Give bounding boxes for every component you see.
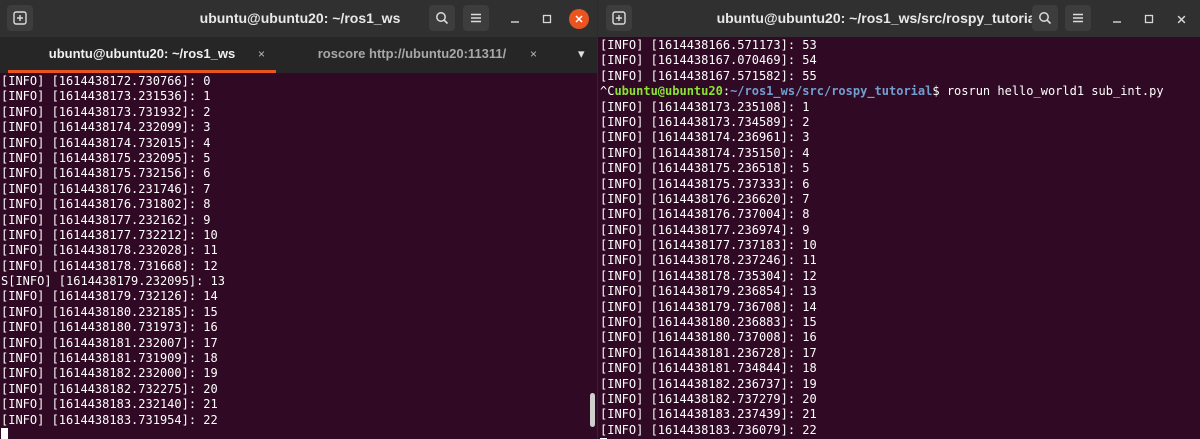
log-line: [INFO] [1614438173.235108]: 1 [600,99,810,114]
tab-label: roscore http://ubuntu20:11311/ [317,46,507,61]
prompt-command: rosrun hello_world1 sub_int.py [946,84,1164,99]
log-line: [INFO] [1614438173.231536]: 1 [1,89,211,104]
log-line: [INFO] [1614438173.731932]: 2 [1,104,211,119]
new-tab-icon[interactable] [606,5,632,31]
tab-ros1-ws[interactable]: ubuntu@ubuntu20: ~/ros1_ws [8,37,276,73]
log-line: [INFO] [1614438179.236854]: 13 [600,284,817,299]
log-line: [INFO] [1614438178.232028]: 11 [1,243,218,258]
log-line: [INFO] [1614438175.737333]: 6 [600,176,810,191]
log-line: [INFO] [1614438180.232185]: 15 [1,304,218,319]
text-cursor [1,427,8,439]
log-line: [INFO] [1614438183.731954]: 22 [1,412,218,427]
hamburger-menu-icon[interactable] [1065,5,1091,31]
log-line: [INFO] [1614438178.735304]: 12 [600,268,817,283]
log-line: [INFO] [1614438181.734844]: 18 [600,361,817,376]
log-line: [INFO] [1614438179.732126]: 14 [1,289,218,304]
log-line: [INFO] [1614438182.236737]: 19 [600,376,817,391]
log-line: [INFO] [1614438174.735150]: 4 [600,145,810,160]
log-line: [INFO] [1614438173.734589]: 2 [600,114,810,129]
maximize-icon[interactable] [1139,9,1159,29]
maximize-icon[interactable] [537,9,557,29]
log-line: [INFO] [1614438175.232095]: 5 [1,150,211,165]
log-line: [INFO] [1614438181.731909]: 18 [1,351,218,366]
prompt-line: ^Cubuntu@ubuntu20:~/ros1_ws/src/rospy_tu… [600,84,1200,99]
log-line: [INFO] [1614438180.737008]: 16 [600,330,817,345]
log-line: [INFO] [1614438167.070469]: 54 [600,53,817,68]
log-line: [INFO] [1614438176.737004]: 8 [600,207,810,222]
prompt-separator: : [722,84,731,99]
log-line: [INFO] [1614438176.236620]: 7 [600,191,810,206]
hamburger-menu-icon[interactable] [463,5,489,31]
tab-close-icon[interactable]: × [530,37,537,73]
terminal-window-left: ubuntu@ubuntu20: ~/ros1_ws ubuntu@ubuntu… [0,0,597,439]
log-line: [INFO] [1614438177.232162]: 9 [1,212,211,227]
log-line: [INFO] [1614438179.736708]: 14 [600,299,817,314]
cursor-line [1,427,597,439]
minimize-icon[interactable] [1107,9,1127,29]
minimize-icon[interactable] [505,9,525,29]
close-icon[interactable] [569,9,589,29]
log-line: [INFO] [1614438174.236961]: 3 [600,130,810,145]
log-line: [INFO] [1614438183.237439]: 21 [600,407,817,422]
log-line: [INFO] [1614438178.731668]: 12 [1,258,218,273]
log-line: [INFO] [1614438166.571173]: 53 [600,38,817,52]
log-line: [INFO] [1614438183.736079]: 22 [600,422,817,437]
tab-menu-chevron-down-icon[interactable]: ▾ [578,37,585,73]
window-title: ubuntu@ubuntu20: ~/ros1_ws [199,10,401,26]
tab-label: ubuntu@ubuntu20: ~/ros1_ws [48,46,236,61]
log-line: [INFO] [1614438177.732212]: 10 [1,227,218,242]
titlebar[interactable]: ubuntu@ubuntu20: ~/ros1_ws [0,0,597,37]
log-line: [INFO] [1614438175.732156]: 6 [1,166,211,181]
terminal-output[interactable]: [INFO] [1614438166.571173]: 53 [INFO] [16… [600,38,1200,439]
log-line: [INFO] [1614438177.236974]: 9 [600,222,810,237]
log-line: [INFO] [1614438175.236518]: 5 [600,161,810,176]
log-line: [INFO] [1614438177.737183]: 10 [600,238,817,253]
log-line: [INFO] [1614438181.236728]: 17 [600,345,817,360]
titlebar[interactable]: ubuntu@ubuntu20: ~/ros1_ws/src/rospy_tut… [598,0,1200,37]
prompt-symbol: $ [932,84,947,99]
terminal-output[interactable]: [INFO] [1614438172.730766]: 0 [INFO] [161… [1,74,597,439]
terminal-window-right: ubuntu@ubuntu20: ~/ros1_ws/src/rospy_tut… [598,0,1200,439]
log-line: [INFO] [1614438176.731802]: 8 [1,197,211,212]
log-line: [INFO] [1614438180.731973]: 16 [1,320,218,335]
log-line: [INFO] [1614438182.232000]: 19 [1,366,218,381]
close-icon[interactable] [1171,9,1191,29]
prompt-user: ubuntu@ubuntu20 [614,84,723,99]
tab-bar: ubuntu@ubuntu20: ~/ros1_ws × roscore htt… [0,37,597,73]
tab-roscore[interactable]: roscore http://ubuntu20:11311/ [282,37,542,73]
log-line: [INFO] [1614438181.232007]: 17 [1,335,218,350]
log-line: [INFO] [1614438178.237246]: 11 [600,253,817,268]
scrollbar[interactable] [590,393,595,427]
log-line: [INFO] [1614438176.231746]: 7 [1,181,211,196]
window-title: ubuntu@ubuntu20: ~/ros1_ws/src/rospy_tut… [716,10,1040,26]
prompt-interrupt: ^C [600,84,615,99]
log-line: S[INFO] [1614438179.232095]: 13 [1,274,225,289]
log-line: [INFO] [1614438183.232140]: 21 [1,397,218,412]
search-icon[interactable] [429,5,455,31]
log-line: [INFO] [1614438180.236883]: 15 [600,315,817,330]
tab-close-icon[interactable]: × [258,37,265,73]
new-tab-icon[interactable] [7,5,33,31]
prompt-path: ~/ros1_ws/src/rospy_tutorial [730,84,933,99]
log-line: [INFO] [1614438167.571582]: 55 [600,68,817,83]
log-line: [INFO] [1614438182.737279]: 20 [600,391,817,406]
log-line: [INFO] [1614438172.730766]: 0 [1,74,211,88]
search-icon[interactable] [1032,5,1058,31]
log-line: [INFO] [1614438174.732015]: 4 [1,135,211,150]
log-line: [INFO] [1614438174.232099]: 3 [1,120,211,135]
log-line: [INFO] [1614438182.732275]: 20 [1,381,218,396]
